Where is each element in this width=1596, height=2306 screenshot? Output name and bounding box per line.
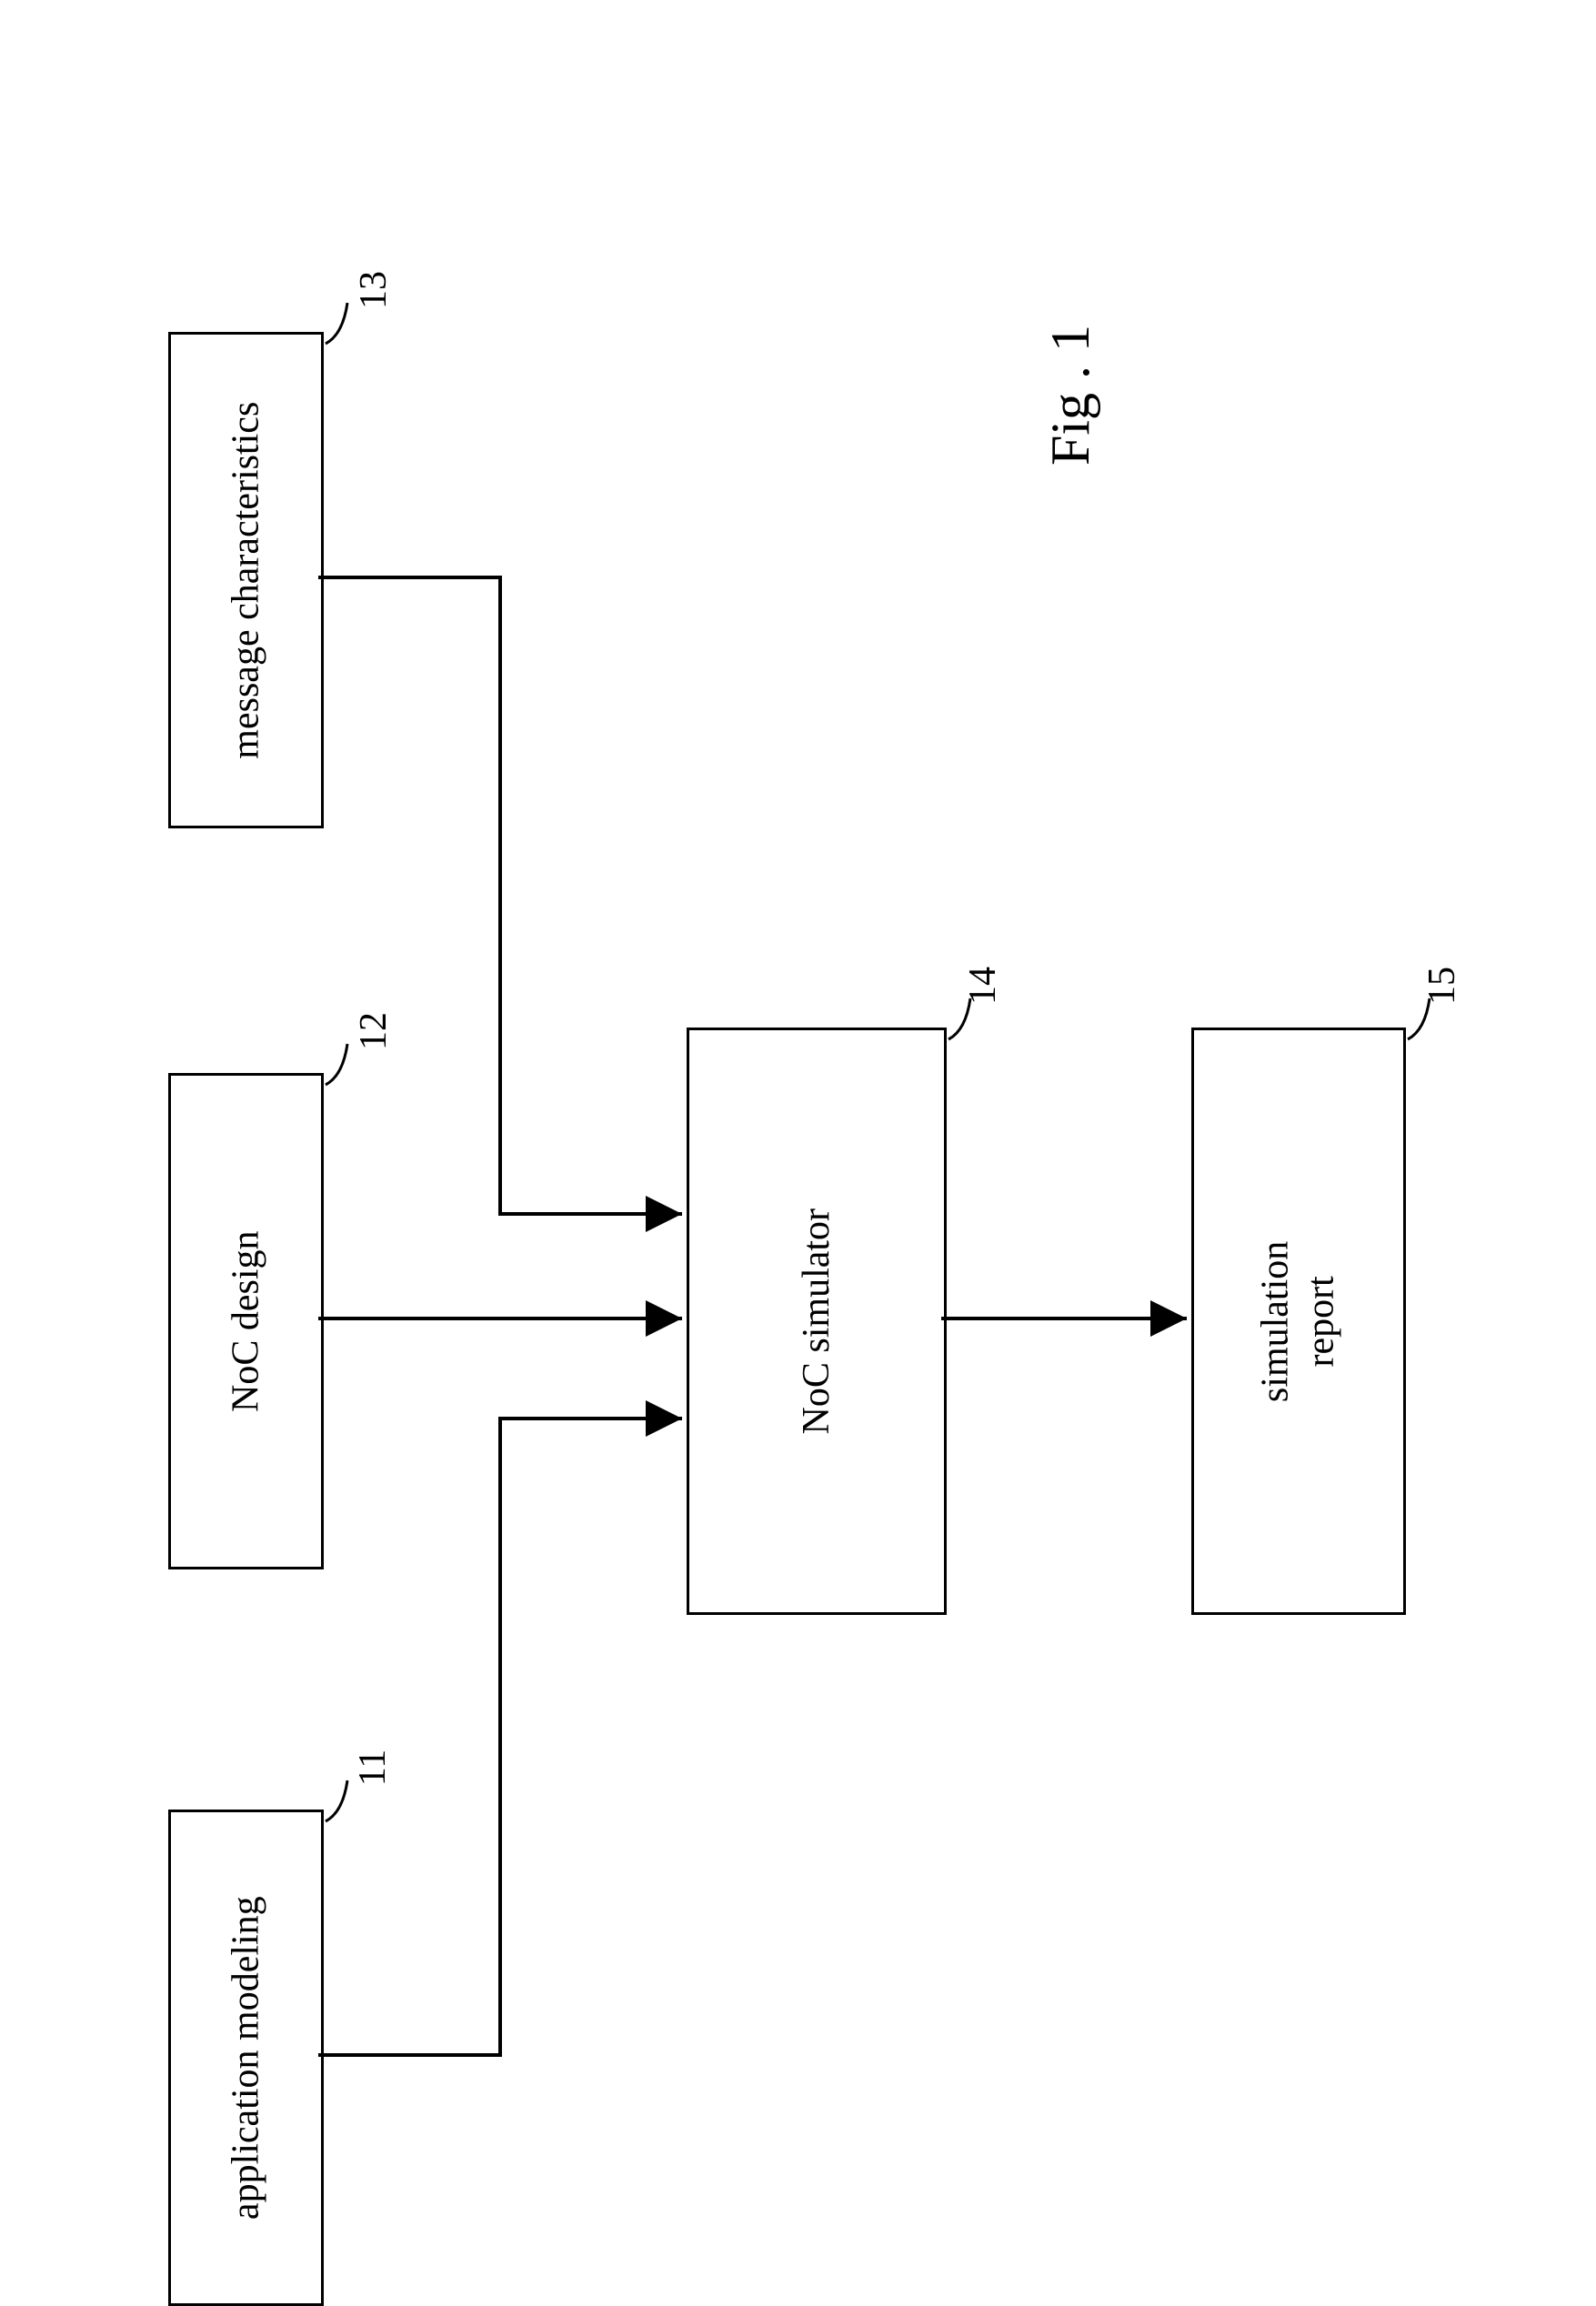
ref-13: 13	[352, 271, 396, 309]
arrow-14-to-15	[941, 1309, 1196, 1328]
figure-caption: Fig . 1	[1039, 325, 1102, 466]
block-msg-char: message characteristics	[168, 332, 324, 828]
block-app-modeling-label: application modeling	[223, 1896, 268, 2220]
block-report: simulation report	[1191, 1028, 1406, 1615]
leader-13	[320, 298, 356, 348]
arrow-13-to-14	[318, 568, 691, 1223]
leader-14	[943, 994, 979, 1044]
block-simulator: NoC simulator	[687, 1028, 947, 1615]
block-noc-design-label: NoC design	[223, 1230, 268, 1412]
block-app-modeling: application modeling	[168, 1810, 324, 2306]
block-report-label: simulation report	[1253, 1240, 1345, 1401]
block-noc-design: NoC design	[168, 1073, 324, 1569]
leader-15	[1402, 994, 1439, 1044]
arrow-11-to-14	[318, 1409, 691, 2064]
block-msg-char-label: message characteristics	[223, 402, 268, 759]
block-simulator-label: NoC simulator	[794, 1208, 839, 1435]
arrow-12-to-14	[318, 1309, 691, 1328]
